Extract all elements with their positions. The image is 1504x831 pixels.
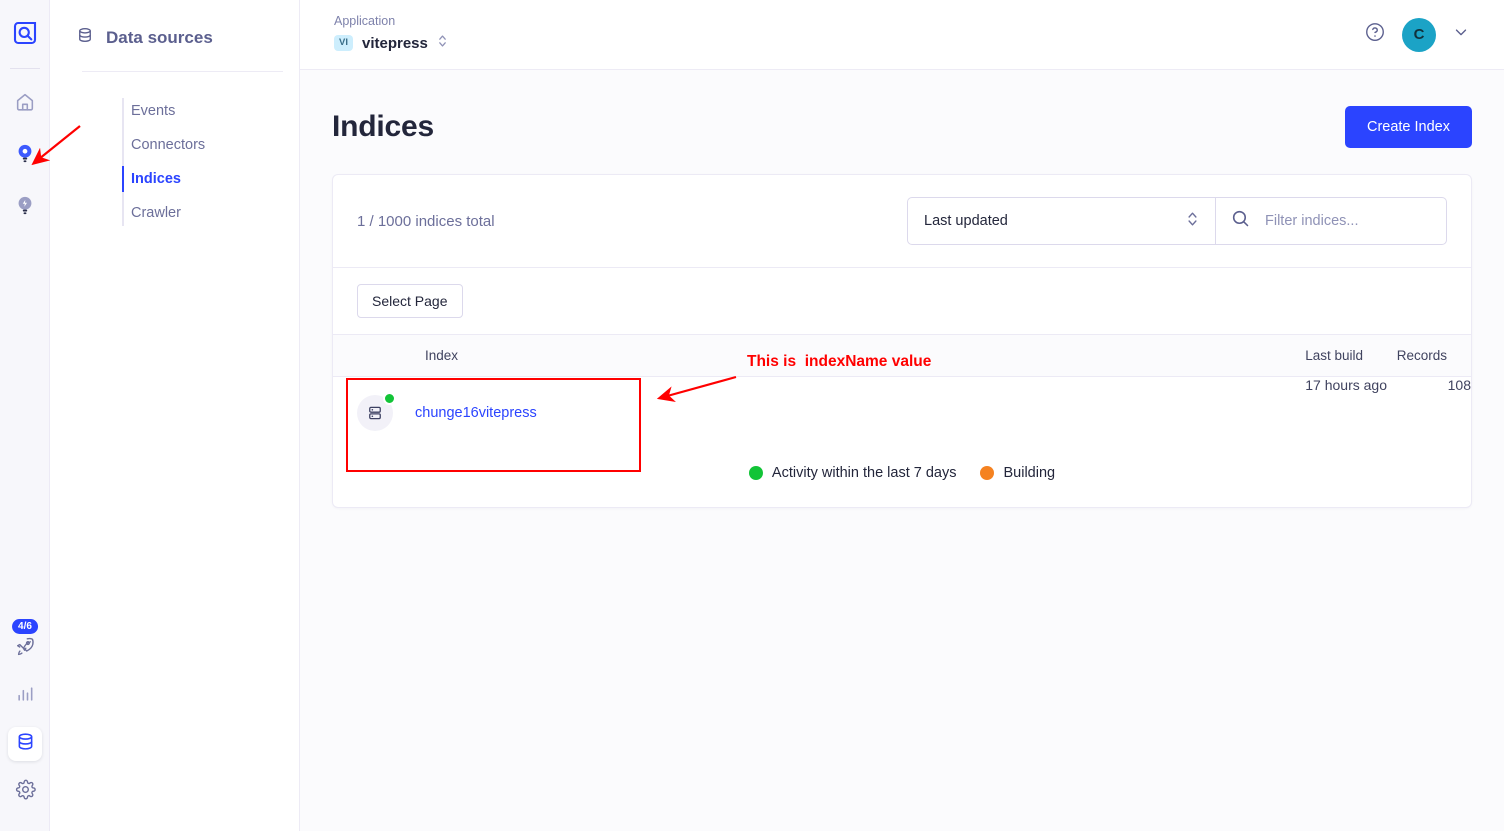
- search-icon: [1230, 208, 1251, 234]
- sidebar-item-label: Crawler: [131, 205, 181, 221]
- page-header: Indices Create Index: [332, 106, 1472, 148]
- index-cell-content: chunge16vitepress: [333, 377, 1217, 449]
- sidebar-nav-group: Events Connectors Indices Crawler: [122, 94, 299, 230]
- column-header-records: Records: [1387, 335, 1471, 377]
- legend-label: Building: [1003, 465, 1056, 481]
- algolia-logo-icon[interactable]: [10, 18, 40, 48]
- main-area: Application vi vitepress: [300, 0, 1504, 831]
- cell-records: 108: [1447, 377, 1471, 393]
- rail-item-search[interactable]: [8, 139, 42, 173]
- sidebar-nav: Events Connectors Indices Crawler: [50, 94, 299, 230]
- legend-item-building: Building: [980, 465, 1055, 481]
- search-input[interactable]: [1263, 212, 1432, 230]
- sidebar-divider: [82, 71, 283, 72]
- legend-dot-green: [748, 466, 763, 480]
- rail-item-data-sources[interactable]: [8, 727, 42, 761]
- column-header-index: Index: [333, 335, 1217, 377]
- recommend-bulb-icon: [14, 194, 36, 223]
- topbar-right: C: [1364, 17, 1470, 52]
- column-header-last-build: Last build: [1217, 335, 1387, 377]
- home-icon: [14, 91, 36, 118]
- bar-chart-icon: [15, 684, 35, 709]
- search-icon: [14, 142, 36, 171]
- sidebar-item-indices[interactable]: Indices: [122, 162, 299, 196]
- indices-table: Index Last build Records chunge16vitepre…: [333, 335, 1471, 449]
- avatar-initial: C: [1413, 26, 1425, 43]
- sidebar-item-connectors[interactable]: Connectors: [131, 128, 299, 162]
- rail-item-analytics[interactable]: [8, 679, 42, 713]
- sidebar-item-events[interactable]: Events: [131, 94, 299, 128]
- rail-bottom-icons: 4/6: [0, 619, 50, 809]
- application-row: vi vitepress: [334, 31, 448, 56]
- secondary-sidebar: Data sources Events Connectors Indices C…: [50, 0, 300, 831]
- index-database-icon: [357, 392, 396, 431]
- table-body: chunge16vitepress 17 hours ago 108: [333, 377, 1471, 450]
- application-selector[interactable]: Application vi vitepress: [334, 14, 448, 56]
- sidebar-item-label: Connectors: [131, 137, 206, 153]
- cell-index: chunge16vitepress: [333, 377, 1217, 450]
- application-initials-badge: vi: [334, 35, 353, 51]
- status-legend: Activity within the last 7 days Building: [333, 449, 1471, 507]
- create-index-button[interactable]: Create Index: [1344, 106, 1472, 148]
- chevron-updown-icon: [437, 31, 448, 56]
- sidebar-title: Data sources: [50, 0, 299, 49]
- sidebar-item-label: Indices: [131, 171, 181, 187]
- status-dot-green: [383, 392, 396, 405]
- topbar: Application vi vitepress: [300, 0, 1504, 70]
- select-page-row: Select Page: [333, 268, 1471, 335]
- rocket-icon: [14, 635, 36, 662]
- table-header-row: Index Last build Records: [333, 335, 1471, 377]
- sidebar-item-label: Events: [131, 103, 176, 119]
- legend-label: Activity within the last 7 days: [771, 465, 957, 481]
- application-name: vitepress: [361, 34, 428, 52]
- help-circle-icon[interactable]: [1364, 21, 1386, 48]
- legend-dot-orange: [980, 466, 995, 480]
- onboarding-progress-badge: 4/6: [12, 619, 38, 634]
- rail-item-onboarding[interactable]: 4/6: [8, 619, 42, 665]
- index-name-link[interactable]: chunge16vitepress: [415, 405, 537, 421]
- table-head: Index Last build Records: [333, 335, 1471, 377]
- sidebar-item-crawler[interactable]: Crawler: [131, 196, 299, 230]
- page-title: Indices: [332, 110, 434, 143]
- chevron-updown-icon: [1186, 207, 1199, 235]
- indices-count: 1 / 1000 indices total: [357, 212, 495, 230]
- page-content: Indices Create Index 1 / 1000 indices to…: [300, 70, 1504, 508]
- database-icon: [15, 731, 36, 757]
- gear-icon: [15, 779, 36, 805]
- table-row[interactable]: chunge16vitepress 17 hours ago 108: [333, 377, 1471, 450]
- indices-card: 1 / 1000 indices total Last updated Filt…: [332, 174, 1472, 508]
- sort-select-value: Last updated: [924, 213, 1008, 229]
- chevron-down-icon[interactable]: [1452, 23, 1470, 46]
- select-page-button[interactable]: Select Page: [357, 284, 463, 318]
- avatar[interactable]: C: [1402, 17, 1436, 52]
- app-root: 4/6 Data sources Events Connectors Indic…: [0, 0, 1504, 831]
- filter-indices-box[interactable]: [1215, 197, 1447, 245]
- rail-divider: [9, 68, 40, 69]
- legend-item-activity: Activity within the last 7 days: [748, 465, 957, 481]
- indices-toolbar: 1 / 1000 indices total Last updated: [333, 175, 1471, 268]
- toolbar-controls: Last updated: [907, 197, 1447, 245]
- rail-item-recommend[interactable]: [8, 191, 42, 225]
- sort-select[interactable]: Last updated: [907, 197, 1215, 245]
- sidebar-title-label: Data sources: [106, 27, 213, 47]
- rail-item-settings[interactable]: [8, 775, 42, 809]
- database-icon: [76, 26, 94, 49]
- rail-primary-icons: [8, 87, 42, 225]
- application-label: Application: [334, 13, 396, 28]
- rail-item-home[interactable]: [8, 87, 42, 121]
- icon-rail: 4/6: [0, 0, 50, 831]
- cell-last-build: 17 hours ago: [1305, 377, 1387, 393]
